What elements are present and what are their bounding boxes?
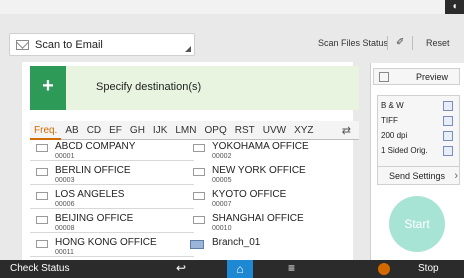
tab-xyz[interactable]: XYZ [290, 121, 317, 140]
back-icon[interactable]: ↩ [176, 261, 186, 275]
tab-ef[interactable]: EF [105, 121, 126, 140]
preview-toggle[interactable]: Preview [373, 68, 460, 85]
email-icon [193, 144, 205, 152]
edit-icon[interactable]: ✐ [396, 37, 404, 48]
send-settings-label: Send Settings [389, 171, 446, 181]
mode-select[interactable]: Scan to Email [9, 33, 195, 56]
destination-number: 00005 [212, 177, 232, 184]
divider [412, 36, 413, 50]
checkbox-icon [379, 72, 389, 82]
menu-icon[interactable]: ≡ [288, 261, 295, 275]
tab-ab[interactable]: AB [61, 121, 82, 140]
tab-gh[interactable]: GH [126, 121, 149, 140]
original-setting: 1 Sided Orig. [381, 146, 428, 155]
destination-name: YOKOHAMA OFFICE [212, 141, 309, 152]
destination-number: 00007 [212, 201, 232, 208]
destination-name: Branch_01 [212, 237, 261, 248]
reset-button[interactable]: Reset [426, 38, 450, 48]
divider [387, 36, 388, 50]
email-icon [193, 168, 205, 176]
destination-number: 00010 [212, 225, 232, 232]
chevron-right-icon: › [454, 170, 458, 182]
destination-name: KYOTO OFFICE [212, 189, 287, 200]
list-item[interactable]: Branch_01 [30, 236, 260, 257]
tab-freq[interactable]: Freq. [30, 121, 62, 140]
stop-icon[interactable] [378, 263, 390, 275]
start-button[interactable]: Start [389, 196, 445, 252]
bottom-bar: Check Status ↩ ⌂ ≡ Stop [0, 260, 464, 278]
file-icon [443, 116, 453, 126]
index-tabs: Freq. AB CD EF GH IJK LMN OPQ RST UVW XY… [30, 121, 359, 140]
send-settings-button[interactable]: Send Settings › [377, 166, 460, 185]
tab-uvw[interactable]: UVW [259, 121, 290, 140]
list-item[interactable]: KYOTO OFFICE 00007 [30, 188, 286, 209]
preview-label: Preview [416, 72, 449, 82]
resolution-setting: 200 dpi [381, 131, 408, 140]
top-status-bar: ◖ [0, 0, 464, 14]
folder-icon [190, 240, 204, 249]
add-destination-button[interactable]: + [30, 66, 66, 110]
mode-label: Scan to Email [35, 38, 103, 51]
color-icon [443, 101, 453, 111]
email-icon [193, 192, 205, 200]
color-setting: B & W [381, 101, 404, 110]
resolution-icon [443, 131, 453, 141]
destination-name: NEW YORK OFFICE [212, 165, 306, 176]
format-setting: TIFF [381, 116, 398, 125]
check-status-button[interactable]: Check Status [10, 263, 69, 274]
email-icon [193, 216, 205, 224]
specify-destination-label: Specify destination(s) [96, 81, 202, 93]
destination-number: 00002 [212, 153, 232, 160]
dropdown-corner-icon [185, 46, 191, 52]
tab-lmn[interactable]: LMN [171, 121, 200, 140]
list-item[interactable]: YOKOHAMA OFFICE 00002 [30, 140, 309, 161]
original-icon [443, 146, 453, 156]
swap-icon[interactable]: ⇄ [342, 124, 351, 137]
tab-opq[interactable]: OPQ [201, 121, 231, 140]
stop-button[interactable]: Stop [418, 263, 439, 274]
tab-cd[interactable]: CD [83, 121, 105, 140]
tab-ijk[interactable]: IJK [149, 121, 171, 140]
home-icon[interactable]: ⌂ [227, 260, 253, 278]
list-item[interactable]: SHANGHAI OFFICE 00010 [30, 212, 304, 233]
email-icon [16, 39, 29, 50]
list-item[interactable]: NEW YORK OFFICE 00005 [30, 164, 306, 185]
scan-files-status-button[interactable]: Scan Files Status [318, 38, 388, 48]
destination-name: SHANGHAI OFFICE [212, 213, 304, 224]
corner-icon[interactable]: ◖ [445, 0, 464, 14]
tab-rst[interactable]: RST [231, 121, 259, 140]
destination-list: ABCD COMPANY 00001 YOKOHAMA OFFICE 00002… [30, 140, 359, 260]
